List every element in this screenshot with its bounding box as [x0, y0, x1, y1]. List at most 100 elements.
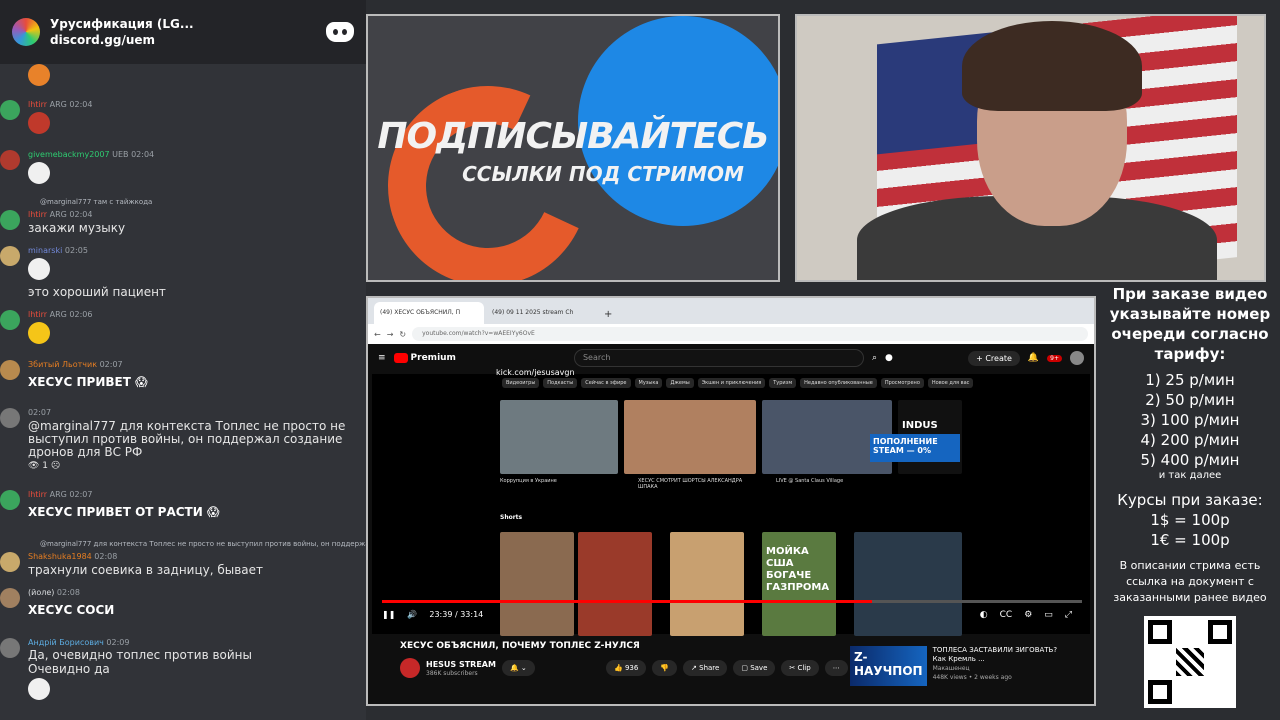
channel-avatar[interactable]	[400, 658, 420, 678]
avatar	[0, 588, 20, 608]
short-thumbnail[interactable]	[670, 532, 744, 636]
category-chip[interactable]: Недавно опубликованные	[800, 378, 877, 388]
thumb-title-2[interactable]: ХЕСУС СМОТРИТ ШОРТСЫ АЛЕКСАНДРА ШПАКА	[638, 478, 748, 490]
subscriber-count: 386K subscribers	[426, 669, 478, 677]
reply-preview[interactable]: @marginal777 для контекста Топлес не про…	[40, 540, 366, 548]
settings-icon[interactable]: ⚙	[1024, 610, 1032, 620]
channel-info: HESUS STREAM 386K subscribers 🔔 ⌄	[400, 658, 535, 678]
miniplayer-icon[interactable]: ▭	[1044, 610, 1053, 620]
thumb-title-3[interactable]: LIVE @ Santa Claus Village	[776, 478, 843, 484]
save-button[interactable]: ▢ Save	[733, 660, 776, 676]
channel-name[interactable]: HESUS STREAM	[426, 660, 496, 670]
message-text: ХЕСУС ПРИВЕТ 😱	[28, 375, 148, 389]
category-chip[interactable]: Туризм	[769, 378, 797, 388]
youtube-header: ≡ Premium Search ⌕ ● + Create 🔔 9+	[368, 344, 1094, 372]
notifications-icon[interactable]: 🔔	[1028, 353, 1039, 363]
reply-preview[interactable]: @marginal777 там с тайжкода	[40, 198, 152, 206]
recommended-channel: Макашенец	[932, 665, 970, 672]
recommended-title: ТОПЛЕСА ЗАСТАВИЛИ ЗИГОВАТЬ? Как Кремль .…	[932, 646, 1058, 663]
youtube-play-icon	[393, 353, 408, 363]
menu-icon[interactable]: ≡	[378, 353, 386, 363]
youtube-logo[interactable]: Premium	[393, 353, 456, 363]
mic-icon[interactable]: ●	[885, 353, 893, 363]
category-chips: Видеоигры Подкасты Сейчас в эфире Музыка Дже…	[502, 378, 974, 388]
reload-icon[interactable]: ↻	[399, 330, 406, 339]
message-reactions[interactable]: 👁 1 ☹	[28, 460, 60, 473]
time-display: 23:39 / 33:14	[429, 610, 484, 619]
avatar	[0, 100, 20, 120]
avatar	[0, 552, 20, 572]
youtube-brand-label: Premium	[410, 353, 456, 363]
autoplay-toggle[interactable]: ◐	[980, 610, 988, 620]
pause-icon[interactable]: ❚❚	[382, 610, 395, 619]
more-actions-button[interactable]: ⋯	[824, 660, 848, 676]
video-thumbnail[interactable]	[500, 400, 618, 474]
save-label: Save	[750, 664, 768, 672]
tariff-item: 1) 25 р/мин	[1145, 371, 1235, 389]
like-button[interactable]: 👍 936	[606, 660, 647, 676]
video-thumbnail[interactable]	[624, 400, 756, 474]
player-right-controls: ◐ CC ⚙ ▭ ⤢	[980, 610, 1072, 620]
video-actions: 👍 936 👎 ↗ Share ▢ Save ✂ Clip ⋯	[606, 660, 848, 676]
message-text: трахнули соевика в задницу, бывает	[28, 563, 264, 577]
avatar	[0, 310, 20, 330]
new-tab-button[interactable]: +	[598, 309, 618, 324]
avatar	[0, 210, 20, 230]
create-button[interactable]: + Create	[968, 350, 1020, 366]
back-icon[interactable]: ←	[374, 330, 381, 339]
account-avatar[interactable]	[1070, 351, 1084, 365]
tab-stream[interactable]: (49) 09 11 2025 stream Ch	[486, 302, 596, 324]
stream-layout: Урусификация (LG... discord.gg/uem lhtir…	[0, 0, 1280, 720]
forward-icon[interactable]: →	[387, 330, 394, 339]
tab-youtube-video[interactable]: (49) ХЕСУС ОБЪЯСНИЛ, П	[374, 302, 484, 324]
short-thumbnail[interactable]: МОЙКА США БОГАЧЕ ГАЗПРОМА	[762, 532, 836, 636]
progress-bar[interactable]	[382, 600, 1082, 603]
fullscreen-icon[interactable]: ⤢	[1065, 610, 1072, 620]
order-instructions: При заказе видео указывайте номер очеред…	[1109, 285, 1271, 363]
category-chip[interactable]: Видеоигры	[502, 378, 540, 388]
message-meta: ARG 02:07	[49, 490, 93, 499]
category-chip[interactable]: Музыка	[634, 378, 663, 388]
captions-icon[interactable]: CC	[1000, 610, 1013, 620]
message-meta: 02:09	[106, 638, 130, 647]
recommended-thumbnail: Z-НАУЧПОП	[850, 646, 927, 686]
search-icon[interactable]: ⌕	[872, 353, 877, 363]
message-meta: 02:05	[64, 246, 88, 255]
category-chip[interactable]: Джемы	[666, 378, 694, 388]
url-field[interactable]: youtube.com/watch?v=wAEEIYy6OvE	[412, 327, 1088, 341]
promo-title: ПОДПИСЫВАЙТЕСЬ	[377, 116, 769, 157]
clip-button[interactable]: ✂ Clip	[781, 660, 819, 676]
invite-link[interactable]: discord.gg/uem	[50, 32, 316, 48]
message-meta: 02:08	[94, 552, 118, 561]
avatar	[0, 150, 20, 170]
share-button[interactable]: ↗ Share	[683, 660, 728, 676]
progress-fill	[382, 600, 872, 603]
category-chip[interactable]: Просмотрено	[880, 378, 924, 388]
category-chip[interactable]: Сейчас в эфире	[581, 378, 631, 388]
dislike-button[interactable]: 👎	[652, 660, 678, 676]
message-text: это хороший пациент	[28, 285, 166, 299]
message-meta: ARG 02:06	[49, 310, 93, 319]
search-input[interactable]: Search	[573, 349, 864, 367]
recommended-video[interactable]: Z-НАУЧПОП ТОПЛЕСА ЗАСТАВИЛИ ЗИГОВАТЬ? Ка…	[850, 646, 1060, 686]
category-chip[interactable]: Экшен и приключения	[697, 378, 766, 388]
notify-bell-button[interactable]: 🔔 ⌄	[501, 660, 535, 676]
volume-icon[interactable]: 🔊	[407, 610, 417, 619]
thumb-title-1[interactable]: Коррупция в Украине	[500, 478, 557, 484]
short-thumbnail[interactable]	[500, 532, 574, 636]
address-bar-row: ← → ↻ youtube.com/watch?v=wAEEIYy6OvE	[368, 324, 1094, 344]
short-thumbnail[interactable]	[578, 532, 652, 636]
short-thumbnail[interactable]	[854, 532, 962, 636]
webcam-feed	[795, 14, 1266, 282]
server-icon	[12, 18, 40, 46]
video-title: ХЕСУС ОБЪЯСНИЛ, ПОЧЕМУ ТОПЛЕС Z-НУЛСЯ	[400, 641, 640, 651]
message-text: Да, очевидно топлес против войны	[28, 648, 252, 662]
category-chip[interactable]: Новое для вас	[927, 378, 974, 388]
like-count: 936	[624, 664, 639, 672]
category-chip[interactable]: Подкасты	[543, 378, 578, 388]
video-player[interactable]: kick.com/jesusavgn Видеоигры Подкасты Сейч…	[372, 368, 1090, 636]
kick-overlay-url: kick.com/jesusavgn	[496, 368, 575, 377]
tariff-item: 5) 400 р/мин	[1140, 451, 1240, 469]
chat-header: Урусификация (LG... discord.gg/uem	[0, 0, 366, 64]
browser-window: (49) ХЕСУС ОБЪЯСНИЛ, П (49) 09 11 2025 s…	[366, 296, 1096, 706]
